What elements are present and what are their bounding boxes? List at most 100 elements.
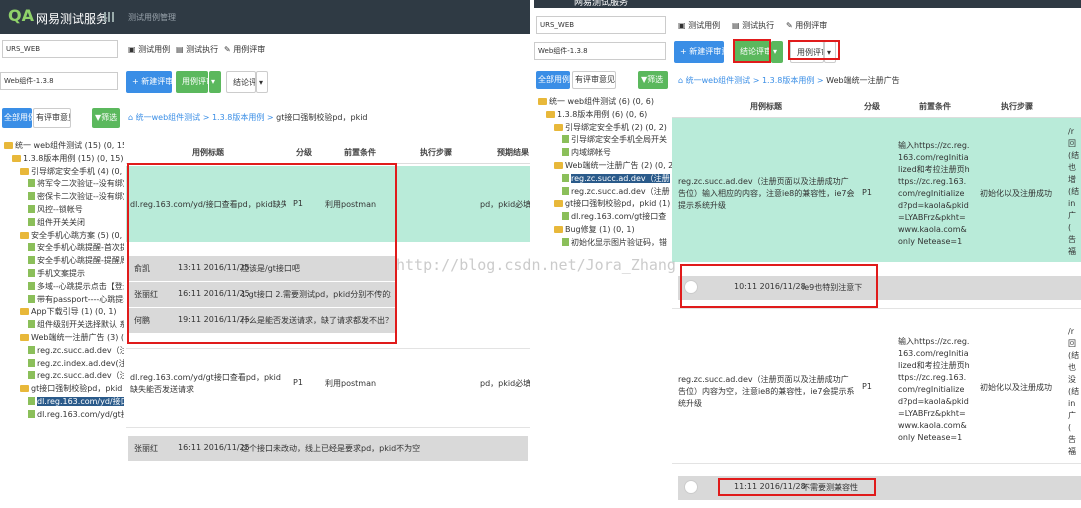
project-select[interactable]: URS_WEB [2, 40, 118, 58]
tree-folder-item[interactable]: gt接口强制校验pd，pkid (1) (0, 1) [554, 198, 672, 210]
breadcrumb-a[interactable]: 统一web组件测试 [686, 76, 751, 85]
tab-test-cases[interactable]: ▣ 测试用例 [128, 44, 170, 55]
tree-folder-item[interactable]: 引导绑定安全手机 (4) (0, 4) [20, 166, 124, 178]
new-review-button[interactable]: + 新建评审意见 [674, 41, 724, 63]
project-select[interactable]: URS_WEB [536, 16, 666, 34]
tree-case-item[interactable]: reg.zc.index.ad.dev(注册 [28, 358, 124, 370]
case-icon [562, 237, 569, 246]
row2-level: P1 [862, 382, 872, 391]
case-icon [562, 135, 569, 144]
tree-case-item[interactable]: dl.reg.163.com/yd/接口查看 [28, 396, 124, 408]
tree-folder-item[interactable]: Bug修复 (1) (0, 1) [554, 224, 635, 236]
filter-with-review[interactable]: 有评审意见 [572, 71, 616, 89]
review-dropdown-button[interactable]: ▾ [209, 71, 221, 93]
new-review-button[interactable]: + 新建评审意见 [126, 71, 172, 93]
tree-folder-item[interactable]: 引导绑定安全手机 (2) (0, 2) [554, 122, 667, 134]
filter-all-cases[interactable]: 全部用例 [2, 108, 32, 128]
filter-button[interactable]: ▼筛选 [638, 71, 668, 89]
tree-folder-item[interactable]: 1.3.8版本用例 (15) (0, 15) [12, 153, 123, 165]
breadcrumb-b[interactable]: 1.3.8版本用例 [762, 76, 814, 85]
tree-case-item[interactable]: dl.reg.163.com/gt接口查 [562, 211, 666, 223]
tree-folder-item[interactable]: Web端统一注册广告 (3) (0, 3) [20, 332, 124, 344]
tab-test-execution[interactable]: ▤ 测试执行 [732, 20, 774, 31]
row2-title: dl.reg.163.com/yd/gt接口查看pd，pkid缺失能否发送请求 [130, 373, 281, 394]
nav-label[interactable]: 测试用例管理 [128, 12, 176, 23]
folder-icon [554, 162, 563, 169]
top-header: 网易测试服务 [534, 0, 1081, 8]
tab-test-execution[interactable]: ▤ 测试执行 [176, 44, 218, 55]
breadcrumb-a[interactable]: 统一web组件测试 [136, 113, 201, 122]
grid-menu-icon[interactable] [104, 12, 114, 22]
tree-case-item[interactable]: 将军令二次验证--没有绑定 [28, 178, 124, 190]
tree-case-item[interactable]: 安全手机心跳提醒-提醒周 [28, 255, 124, 267]
app-name[interactable]: 网易测试服务 [574, 0, 628, 8]
review-button[interactable]: 用例评审 [176, 71, 208, 93]
tab-case-review[interactable]: ✎ 用例评审 [224, 44, 265, 55]
tree-item-label: Web端统一注册广告 (2) (0, 2) [565, 161, 672, 170]
case-tree: 统一 web组件测试 (6) (0, 6) 1.3.8版本用例 (6) (0, 6… [534, 96, 672, 256]
tree-case-item[interactable]: 带有passport----心跳提示 [28, 294, 124, 306]
tree-case-item[interactable]: 组件级别开关选择默认 系统 [28, 319, 124, 331]
tab-case-review[interactable]: ✎ 用例评审 [786, 20, 827, 31]
tree-case-item[interactable]: dl.reg.163.com/yd/gt接口 [28, 409, 124, 421]
tree-item-label: 1.3.8版本用例 (6) (0, 6) [557, 109, 648, 119]
version-select-value: Web组件-1.3.8 [4, 77, 54, 85]
case-icon [28, 409, 35, 418]
closed-review-dropdown[interactable]: ▾ [771, 41, 783, 63]
tree-case-item[interactable]: 风控--锁帐号 [28, 204, 83, 216]
case-icon [28, 397, 35, 405]
tree-folder-item[interactable]: 安全手机心跳方案 (5) (0, 5) [20, 230, 124, 242]
home-icon[interactable]: ⌂ [128, 113, 133, 122]
case-icon [28, 320, 35, 329]
tree-case-item[interactable]: 组件开关关闭 [28, 217, 85, 229]
case-icon [28, 345, 35, 354]
tree-folder-item[interactable]: 统一 web组件测试 (6) (0, 6) [538, 96, 654, 108]
tree-folder-item[interactable]: App下载引导 (1) (0, 1) [20, 306, 117, 318]
filter-all-cases[interactable]: 全部用例 [536, 71, 570, 89]
case-icon [28, 281, 35, 290]
left-panel: QA 网易测试服务 测试用例管理 URS_WEB Web组件-1.3.8 ▣ 测… [0, 0, 530, 508]
version-select[interactable]: Web组件-1.3.8 [534, 42, 666, 60]
tree-case-item[interactable]: 引导绑定安全手机全局开关 [562, 134, 667, 146]
tree-case-item[interactable]: reg.zc.succ.ad.dev（注册 [28, 345, 124, 357]
tree-case-item[interactable]: reg.zc.succ.ad.dev（注册 [562, 173, 670, 185]
col-header-step: 执行步骤 [1001, 102, 1033, 111]
tree-case-item[interactable]: 内域绑帐号 [562, 147, 611, 159]
tree-folder-item[interactable]: 1.3.8版本用例 (6) (0, 6) [546, 109, 647, 121]
closed-review-button[interactable]: 结论评审 [226, 71, 256, 93]
home-icon[interactable]: ⌂ [678, 76, 683, 85]
tree-folder-item[interactable]: 统一 web组件测试 (15) (0, 15) [4, 140, 124, 152]
tree-folder-item[interactable]: gt接口强制校验pd，pkid (2) (0, 2) [20, 383, 124, 395]
version-select[interactable]: Web组件-1.3.8 [0, 72, 118, 90]
tree-item-label: 组件开关关闭 [37, 217, 85, 227]
tab-test-execution-label: 测试执行 [742, 21, 775, 30]
tree-item-label: 多域--心跳提示点击【登录 [37, 281, 124, 291]
app-name[interactable]: 网易测试服务 [36, 10, 108, 27]
tree-case-item[interactable]: 多域--心跳提示点击【登录 [28, 281, 124, 293]
tree-case-item[interactable]: 密保卡二次验证--没有绑定 [28, 191, 124, 203]
closed-review-dropdown[interactable]: ▾ [256, 71, 268, 93]
breadcrumb-b[interactable]: 1.3.8版本用例 [212, 113, 264, 122]
col-header-level: 分级 [864, 102, 880, 111]
col-header-expected: 预期结果 [497, 148, 529, 157]
tab-test-cases-label: 测试用例 [138, 45, 171, 54]
col-header-title: 用例标题 [750, 102, 782, 111]
annotation-box [733, 39, 771, 63]
tree-folder-item[interactable]: Web端统一注册广告 (2) (0, 2) [554, 160, 672, 172]
tree-case-item[interactable]: reg.zc.succ.ad.dev（注册 [562, 186, 670, 198]
case-icon [28, 192, 35, 201]
tree-case-item[interactable]: 初始化显示图片验证码，错 [562, 237, 667, 249]
tree-item-label: 引导绑定安全手机 (4) (0, 4) [31, 166, 124, 176]
tree-item-label: dl.reg.163.com/gt接口查 [571, 212, 667, 222]
tree-case-item[interactable]: 安全手机心跳提醒-首次提 [28, 242, 124, 254]
tree-item-label: 安全手机心跳提醒-提醒周 [37, 256, 124, 266]
filter-button[interactable]: ▼筛选 [92, 108, 120, 128]
tree-case-item[interactable]: 手机文案提示 [28, 268, 85, 280]
tree-item-label: reg.zc.index.ad.dev(注册 [37, 358, 124, 368]
tree-item-label: reg.zc.succ.ad.dev（注册 [37, 371, 124, 381]
tree-case-item[interactable]: reg.zc.succ.ad.dev（注册 [28, 370, 124, 382]
folder-icon [20, 385, 29, 393]
tab-test-cases[interactable]: ▣ 测试用例 [678, 20, 720, 31]
filter-with-review[interactable]: 有评审意见 [33, 108, 71, 128]
tab-case-review-label: 用例评审 [233, 45, 266, 54]
